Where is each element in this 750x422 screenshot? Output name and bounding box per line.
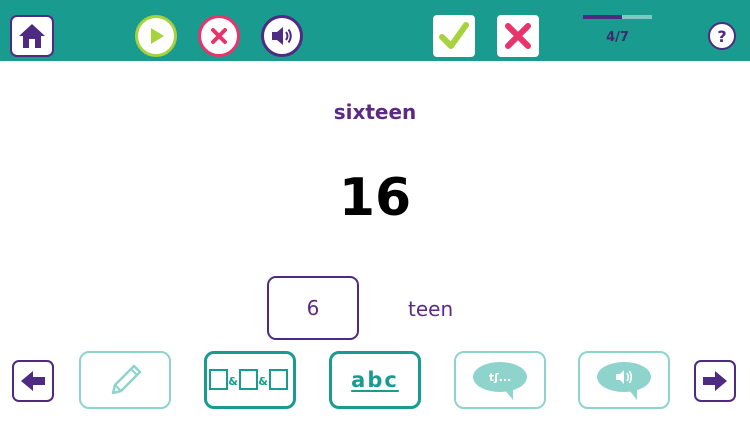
cross-icon	[505, 23, 531, 49]
stop-button[interactable]	[198, 15, 240, 57]
next-button[interactable]	[694, 360, 736, 402]
speech-bubble-speaker-icon	[597, 362, 651, 400]
checkmark-icon	[439, 22, 469, 49]
previous-button[interactable]	[12, 360, 54, 402]
arrow-left-icon	[21, 371, 45, 391]
pencil-button[interactable]	[79, 351, 171, 409]
speech-bubble-icon: tʃ...	[473, 362, 527, 400]
wrong-button[interactable]	[497, 15, 539, 57]
home-button[interactable]	[10, 15, 54, 57]
question-icon: ?	[717, 27, 726, 45]
pencil-icon	[111, 364, 142, 395]
arrow-right-icon	[703, 371, 727, 391]
progress-bar	[583, 15, 652, 19]
progress-label: 4/7	[606, 30, 629, 45]
svg-text:?: ?	[717, 27, 726, 45]
phonetic-button[interactable]: tʃ...	[454, 351, 546, 409]
speak-button[interactable]	[578, 351, 670, 409]
abc-label: abc	[351, 368, 399, 392]
svg-text:&: &	[258, 375, 268, 388]
close-icon	[211, 28, 227, 44]
boxes-pattern-icon: & &	[209, 369, 288, 390]
check-button[interactable]	[433, 15, 475, 57]
pattern-button[interactable]: & &	[204, 351, 296, 409]
suffix-label: teen	[408, 297, 454, 321]
play-icon	[151, 28, 164, 44]
sound-button[interactable]	[261, 15, 303, 57]
top-bar: 4/7 ?	[0, 0, 750, 61]
svg-text:&: &	[228, 375, 238, 388]
help-button[interactable]: ?	[708, 22, 736, 50]
digit-box[interactable]: 6	[267, 276, 359, 340]
phonetic-label: tʃ...	[489, 371, 511, 384]
home-icon	[19, 24, 45, 48]
number-word: sixteen	[333, 100, 417, 124]
progress-fill	[583, 15, 623, 19]
abc-button[interactable]: abc	[329, 351, 421, 409]
play-button[interactable]	[135, 15, 177, 57]
speaker-icon	[272, 27, 292, 45]
number-display: 16	[338, 168, 412, 228]
